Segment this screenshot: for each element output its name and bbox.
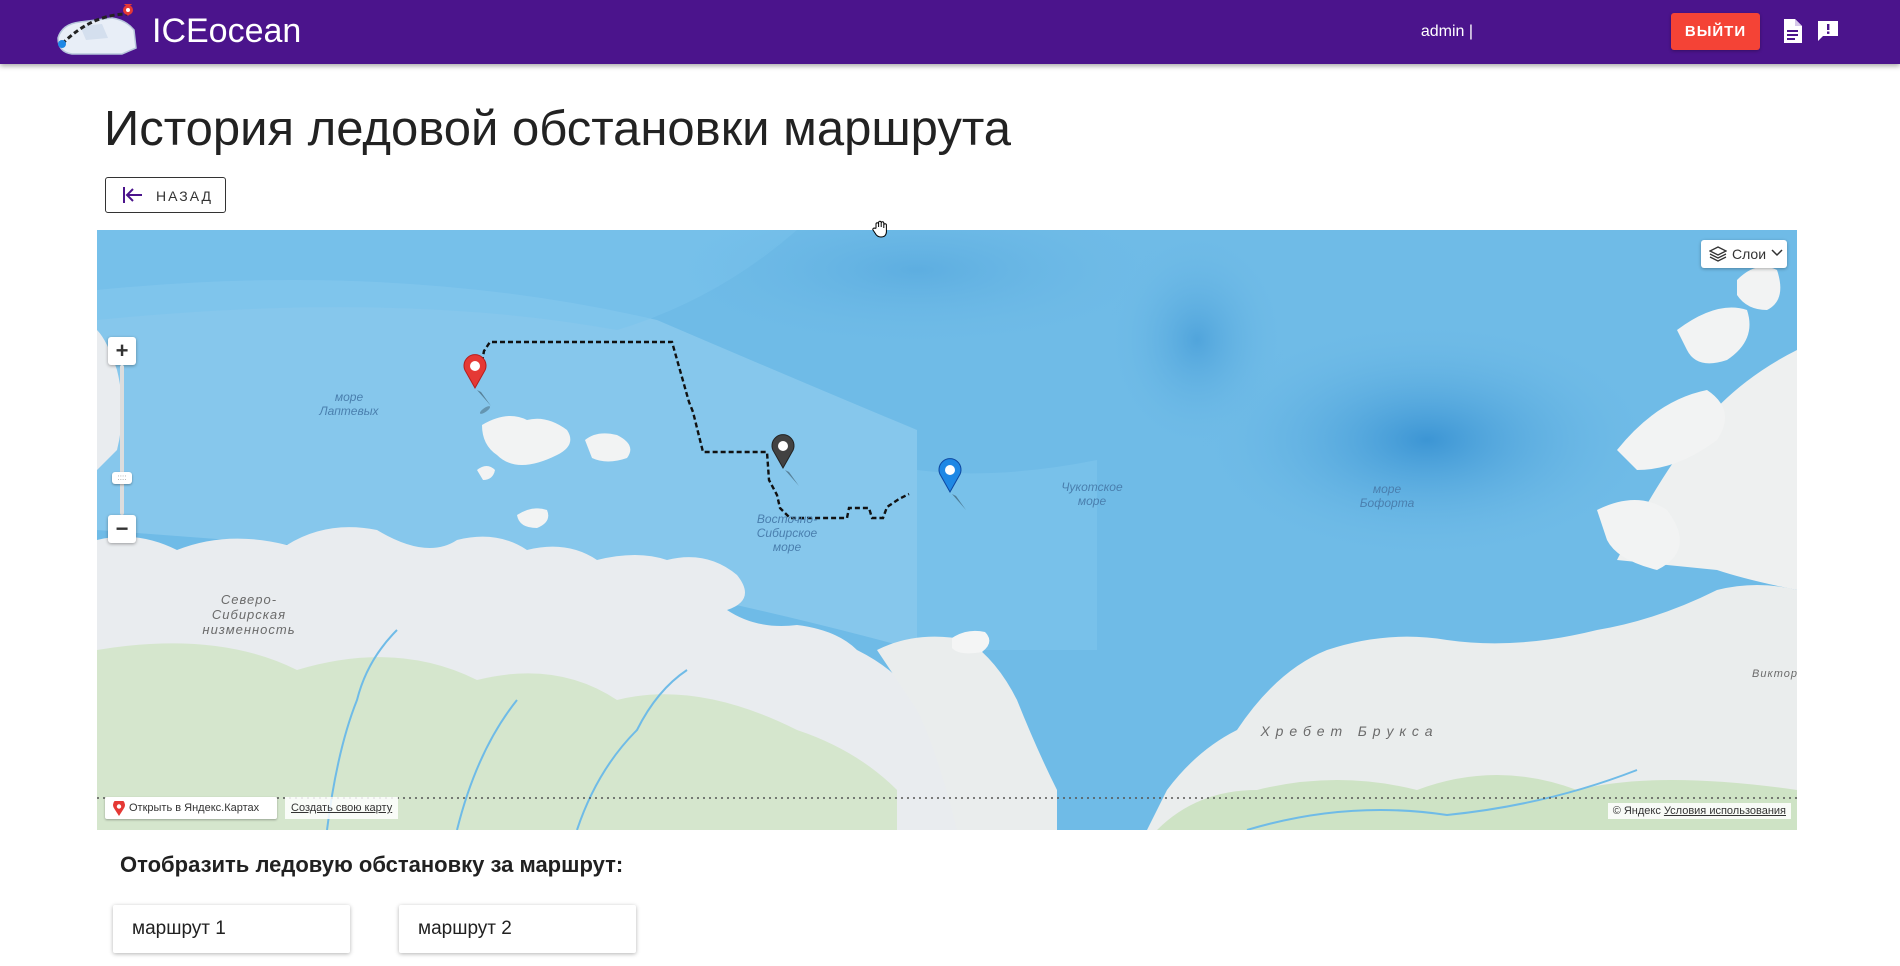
- zoom-control[interactable]: + :::: −: [108, 337, 136, 547]
- back-button-label: НАЗАД: [156, 188, 214, 204]
- label-chukchi-sea: Чукотское море: [1061, 480, 1123, 508]
- open-in-yandex-maps-link[interactable]: Открыть в Яндекс.Картах: [105, 797, 277, 819]
- zoom-slider-handle[interactable]: ::::: [112, 472, 132, 484]
- layers-icon: [1709, 246, 1727, 262]
- label-east-siberian-sea: Восточно- Сибирское море: [756, 512, 818, 554]
- logout-button[interactable]: ВЫЙТИ: [1671, 13, 1760, 50]
- current-user: admin |: [1420, 23, 1473, 40]
- zoom-out-button[interactable]: −: [108, 515, 136, 543]
- open-in-yandex-maps-label: Открыть в Яндекс.Картах: [129, 802, 260, 814]
- label-laptev-sea: море Лаптевых: [319, 390, 379, 418]
- route-card-2[interactable]: маршрут 2: [399, 905, 636, 953]
- map-canvas[interactable]: [97, 230, 1797, 830]
- copyright-text: © Яндекс: [1612, 805, 1661, 817]
- zoom-in-button[interactable]: +: [108, 337, 136, 365]
- page-title: История ледовой обстановки маршрута: [104, 102, 1011, 156]
- routes-section-title: Отобразить ледовую обстановку за маршрут…: [120, 852, 624, 877]
- chevron-down-icon: [1771, 249, 1783, 257]
- back-arrow-icon: [123, 187, 142, 203]
- route-card-1[interactable]: маршрут 1: [113, 905, 350, 953]
- hand-cursor-icon: [872, 220, 887, 238]
- top-app-bar: ICEocean admin | ВЫЙТИ: [0, 0, 1900, 64]
- feedback-icon[interactable]: [1816, 19, 1840, 43]
- zoom-slider-rail[interactable]: [120, 365, 124, 515]
- label-beaufort-sea: море Бофорта: [1359, 482, 1415, 510]
- map-pin-icon: [113, 801, 125, 816]
- brand-title[interactable]: ICEocean: [152, 11, 301, 51]
- map-copyright: © Яндекс Условия использования: [1607, 803, 1791, 819]
- layers-button[interactable]: Слои: [1701, 240, 1787, 268]
- logo-icon[interactable]: [52, 4, 142, 60]
- label-brooks-range: Х р е б е т Б р у к с а: [1260, 723, 1434, 739]
- route-map[interactable]: море Лаптевых Восточно- Сибирское море Ч…: [97, 230, 1797, 830]
- label-victoria: Виктор: [1752, 668, 1797, 680]
- terms-of-use-link[interactable]: Условия использования: [1664, 805, 1786, 817]
- label-north-siberian-lowland: Северо- Сибирская низменность: [202, 592, 296, 637]
- document-icon[interactable]: [1782, 19, 1802, 43]
- create-map-link[interactable]: Создать свою карту: [285, 797, 399, 819]
- layers-label: Слои: [1732, 246, 1767, 262]
- back-button[interactable]: НАЗАД: [105, 177, 226, 213]
